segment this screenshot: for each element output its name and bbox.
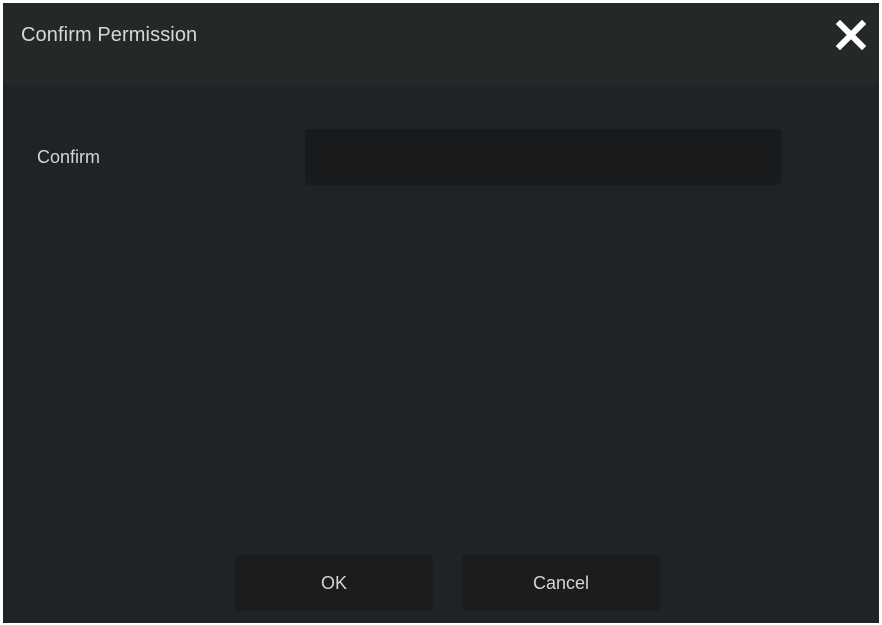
close-icon <box>835 19 867 51</box>
ok-button[interactable]: OK <box>235 555 433 611</box>
close-button[interactable] <box>833 17 869 53</box>
confirm-permission-dialog: Confirm Permission Confirm OK Cancel <box>3 3 879 623</box>
confirm-label: Confirm <box>37 147 101 167</box>
dialog-title: Confirm Permission <box>21 24 198 46</box>
confirm-password-input[interactable] <box>305 129 781 185</box>
dialog-titlebar: Confirm Permission <box>3 3 879 85</box>
cancel-button[interactable]: Cancel <box>462 555 660 611</box>
